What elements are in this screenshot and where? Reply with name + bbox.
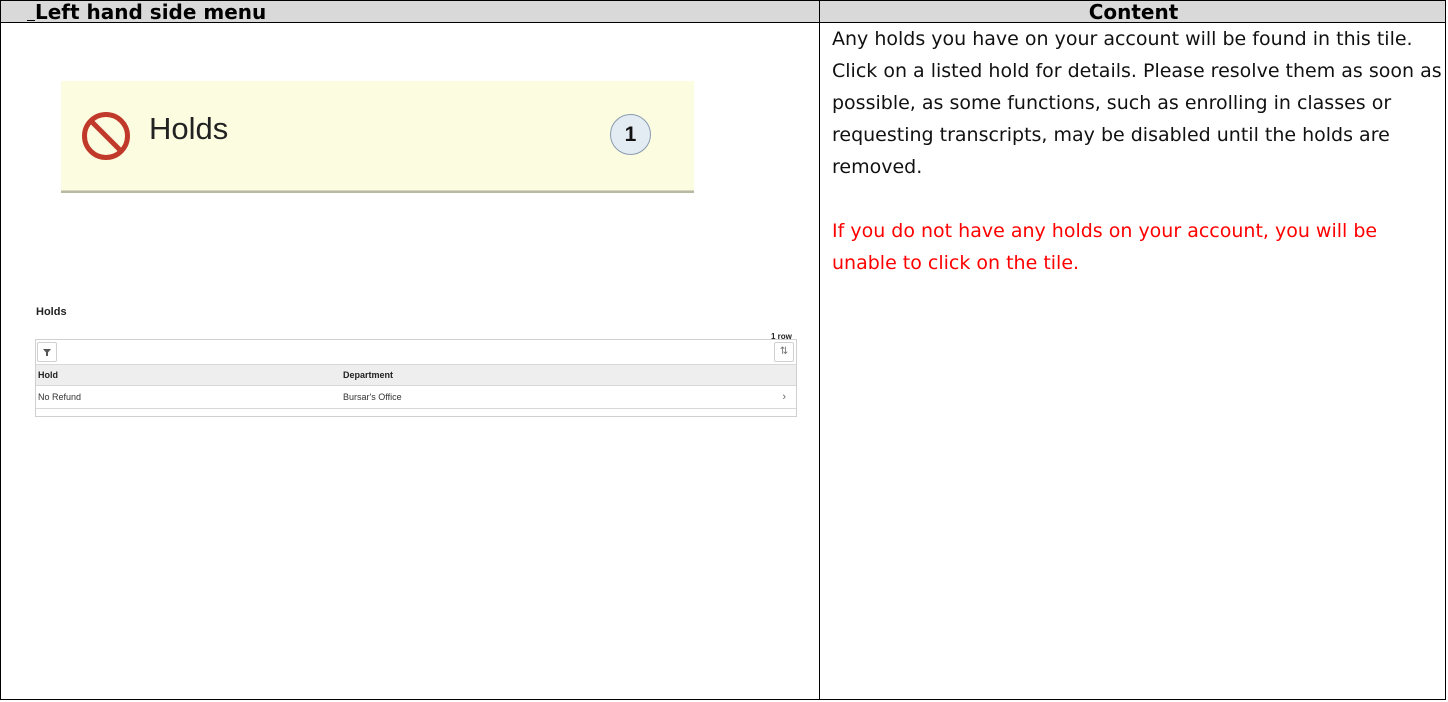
column-header-hold: Hold	[38, 370, 58, 380]
filter-button[interactable]	[37, 342, 57, 362]
grid-toolbar: ⇅	[36, 340, 796, 365]
sort-button[interactable]: ⇅	[774, 342, 794, 362]
header-left-menu: Left hand side menu	[35, 0, 267, 24]
filter-icon	[43, 349, 51, 356]
no-entry-icon	[82, 112, 130, 160]
content-paragraph: Any holds you have on your account will …	[832, 28, 1442, 178]
tile-title: Holds	[149, 111, 229, 146]
grid-title: Holds	[36, 306, 67, 318]
holds-tile[interactable]: Holds 1	[61, 81, 694, 191]
holds-count-badge: 1	[610, 114, 651, 155]
column-divider	[819, 1, 820, 699]
chevron-right-icon[interactable]: ›	[782, 386, 786, 408]
content-cell: Any holds you have on your account will …	[832, 23, 1444, 279]
content-note: If you do not have any holds on your acc…	[832, 220, 1378, 274]
cell-hold: No Refund	[38, 392, 82, 402]
instruction-table: Left hand side menu Content Holds 1 Hold…	[0, 0, 1446, 700]
holds-grid: ⇅ Hold Department No Refund Bursar's Off…	[35, 339, 797, 417]
header-underscore-mark	[27, 20, 35, 21]
grid-header-row: Hold Department	[36, 365, 796, 386]
table-row[interactable]: No Refund Bursar's Office ›	[36, 386, 796, 409]
cell-department: Bursar's Office	[343, 392, 402, 402]
header-content: Content	[1088, 0, 1179, 24]
sort-icon: ⇅	[779, 346, 789, 357]
column-header-department: Department	[343, 370, 394, 380]
